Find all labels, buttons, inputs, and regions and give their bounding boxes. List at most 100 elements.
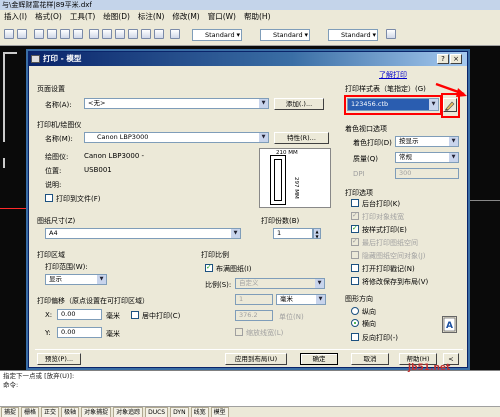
background-plot-label: 后台打印(K): [362, 200, 401, 208]
snap-toggle[interactable]: 捕捉: [1, 407, 20, 417]
menu-modify[interactable]: 修改(M): [168, 10, 203, 24]
paper-width-dim: 210 MM: [276, 150, 298, 156]
portrait-label: 纵向: [362, 308, 376, 316]
apply-to-layout-button[interactable]: 应用到布局(U): [225, 353, 287, 365]
page-setup-name-select[interactable]: <无>: [84, 98, 269, 109]
menu-format[interactable]: 格式(O): [31, 10, 66, 24]
copies-label: 打印份数(B): [261, 217, 300, 225]
dpi-label: DPI: [353, 170, 365, 178]
preview-button[interactable]: 预览(P)...: [37, 353, 81, 365]
offset-x-input[interactable]: 0.00: [57, 309, 102, 320]
printer-properties-button[interactable]: 特性(R)...: [274, 132, 329, 144]
help-icon[interactable]: [170, 29, 180, 39]
scale-units-label: 单位(N): [279, 313, 304, 321]
page-setup-name-label: 名称(A):: [45, 101, 72, 109]
table-style-select[interactable]: Standard: [328, 29, 378, 41]
plot-area-group-label: 打印区域: [37, 251, 65, 259]
menu-dimension[interactable]: 标注(N): [134, 10, 168, 24]
model-toggle[interactable]: 模型: [210, 407, 229, 417]
hide-paperspace-checkbox[interactable]: [351, 251, 359, 259]
offset-y-input[interactable]: 0.00: [57, 327, 102, 338]
scale-value-mm[interactable]: 1: [235, 294, 273, 305]
print-to-file-checkbox[interactable]: [45, 194, 53, 202]
lineweight-toggle[interactable]: 线宽: [190, 407, 209, 417]
plot-lineweights-checkbox[interactable]: [351, 211, 359, 220]
menu-tools[interactable]: 工具(T): [66, 10, 99, 24]
drawing-line: [3, 158, 17, 168]
copies-input[interactable]: 1: [273, 228, 313, 239]
plot-with-styles-checkbox[interactable]: [351, 224, 359, 233]
fit-to-paper-checkbox[interactable]: [205, 263, 213, 272]
menu-insert[interactable]: 插入(I): [0, 10, 31, 24]
drawing-line-right: [470, 200, 500, 201]
plot-stamp-checkbox[interactable]: [351, 264, 359, 272]
center-plot-checkbox[interactable]: [131, 311, 139, 319]
properties-icon[interactable]: [89, 29, 99, 39]
learn-plot-link[interactable]: 了解打印: [379, 70, 407, 80]
quality-select[interactable]: 常规: [395, 152, 459, 163]
cancel-button[interactable]: 取消: [351, 353, 389, 365]
upside-down-checkbox[interactable]: [351, 333, 359, 341]
dyn-toggle[interactable]: DYN: [170, 407, 189, 417]
paper-size-label: 图纸尺寸(Z): [37, 217, 76, 225]
scale-select[interactable]: 自定义: [235, 278, 325, 289]
osnap-toggle[interactable]: 对象捕捉: [81, 407, 112, 417]
plot-style-group-label: 打印样式表（笔指定）(G): [345, 85, 426, 93]
menu-draw[interactable]: 绘图(D): [99, 10, 134, 24]
plot-lineweights-label: 打印对象线宽: [362, 213, 404, 221]
dialog-titlebar[interactable]: 打印 - 模型: [29, 52, 467, 66]
polar-toggle[interactable]: 极轴: [61, 407, 80, 417]
paperspace-last-checkbox[interactable]: [351, 237, 359, 246]
quality-label: 质量(Q): [353, 155, 378, 163]
design-center-icon[interactable]: [102, 29, 112, 39]
dpi-input[interactable]: 300: [395, 168, 459, 179]
dialog-close-button[interactable]: ×: [450, 54, 462, 64]
markup-icon[interactable]: [141, 29, 151, 39]
menu-help[interactable]: 帮助(H): [240, 10, 275, 24]
paperspace-last-label: 最后打印图纸空间: [362, 239, 418, 247]
portrait-radio[interactable]: [351, 307, 359, 315]
redo-icon[interactable]: [17, 29, 27, 39]
status-bar: 捕捉 栅格 正交 极轴 对象捕捉 对象追踪 DUCS DYN 线宽 模型: [0, 406, 500, 417]
orientation-group-label: 图形方向: [345, 295, 373, 303]
zoom-window-icon[interactable]: [60, 29, 70, 39]
copies-spinner[interactable]: ▲ ▼: [313, 228, 321, 239]
save-to-layout-label: 将修改保存到布局(V): [362, 278, 429, 286]
zoom-realtime-icon[interactable]: [47, 29, 57, 39]
ortho-toggle[interactable]: 正交: [41, 407, 60, 417]
offset-x-label: X:: [45, 311, 53, 319]
undo-icon[interactable]: [4, 29, 14, 39]
quickcalc-icon[interactable]: [154, 29, 164, 39]
shade-plot-select[interactable]: 按显示: [395, 136, 459, 147]
plot-stamp-label: 打开打印戳记(N): [362, 265, 415, 273]
app-title-bar: 与\金辉财富花样|89平米.dxf: [0, 0, 500, 10]
scale-lineweights-checkbox[interactable]: [235, 328, 243, 336]
tool-palette-icon[interactable]: [115, 29, 125, 39]
save-to-layout-checkbox[interactable]: [351, 277, 359, 285]
multileader-style-icon[interactable]: [386, 29, 396, 39]
dialog-help-button[interactable]: ?: [437, 54, 449, 64]
paper-size-select[interactable]: A4: [45, 228, 241, 239]
scale-unit-select[interactable]: 毫米: [276, 294, 326, 305]
menu-window[interactable]: 窗口(W): [204, 10, 240, 24]
menu-bar: 插入(I) 格式(O) 工具(T) 绘图(D) 标注(N) 修改(M) 窗口(W) 帮助(H): [0, 10, 500, 24]
background-plot-checkbox[interactable]: [351, 199, 359, 207]
landscape-radio[interactable]: [351, 319, 359, 327]
otrack-toggle[interactable]: 对象追踪: [113, 407, 144, 417]
fit-to-paper-label: 布满图纸(I): [216, 265, 252, 273]
printer-name-select[interactable]: Canon LBP3000: [84, 132, 269, 143]
text-style-select[interactable]: Standard: [192, 29, 242, 41]
pan-icon[interactable]: [34, 29, 44, 39]
sheet-set-icon[interactable]: [128, 29, 138, 39]
grid-toggle[interactable]: 栅格: [21, 407, 40, 417]
where-value: USB001: [84, 166, 112, 174]
toolbar: Standard Standard Standard: [0, 24, 500, 46]
ducs-toggle[interactable]: DUCS: [145, 407, 169, 417]
page-setup-add-button[interactable]: 添加(.)...: [274, 98, 324, 110]
zoom-previous-icon[interactable]: [73, 29, 83, 39]
dim-style-select[interactable]: Standard: [260, 29, 310, 41]
ok-button[interactable]: 确定: [300, 353, 338, 365]
plot-range-select[interactable]: 显示: [45, 274, 107, 285]
where-label: 位置:: [45, 167, 62, 175]
scale-value-units[interactable]: 376.2: [235, 310, 273, 321]
